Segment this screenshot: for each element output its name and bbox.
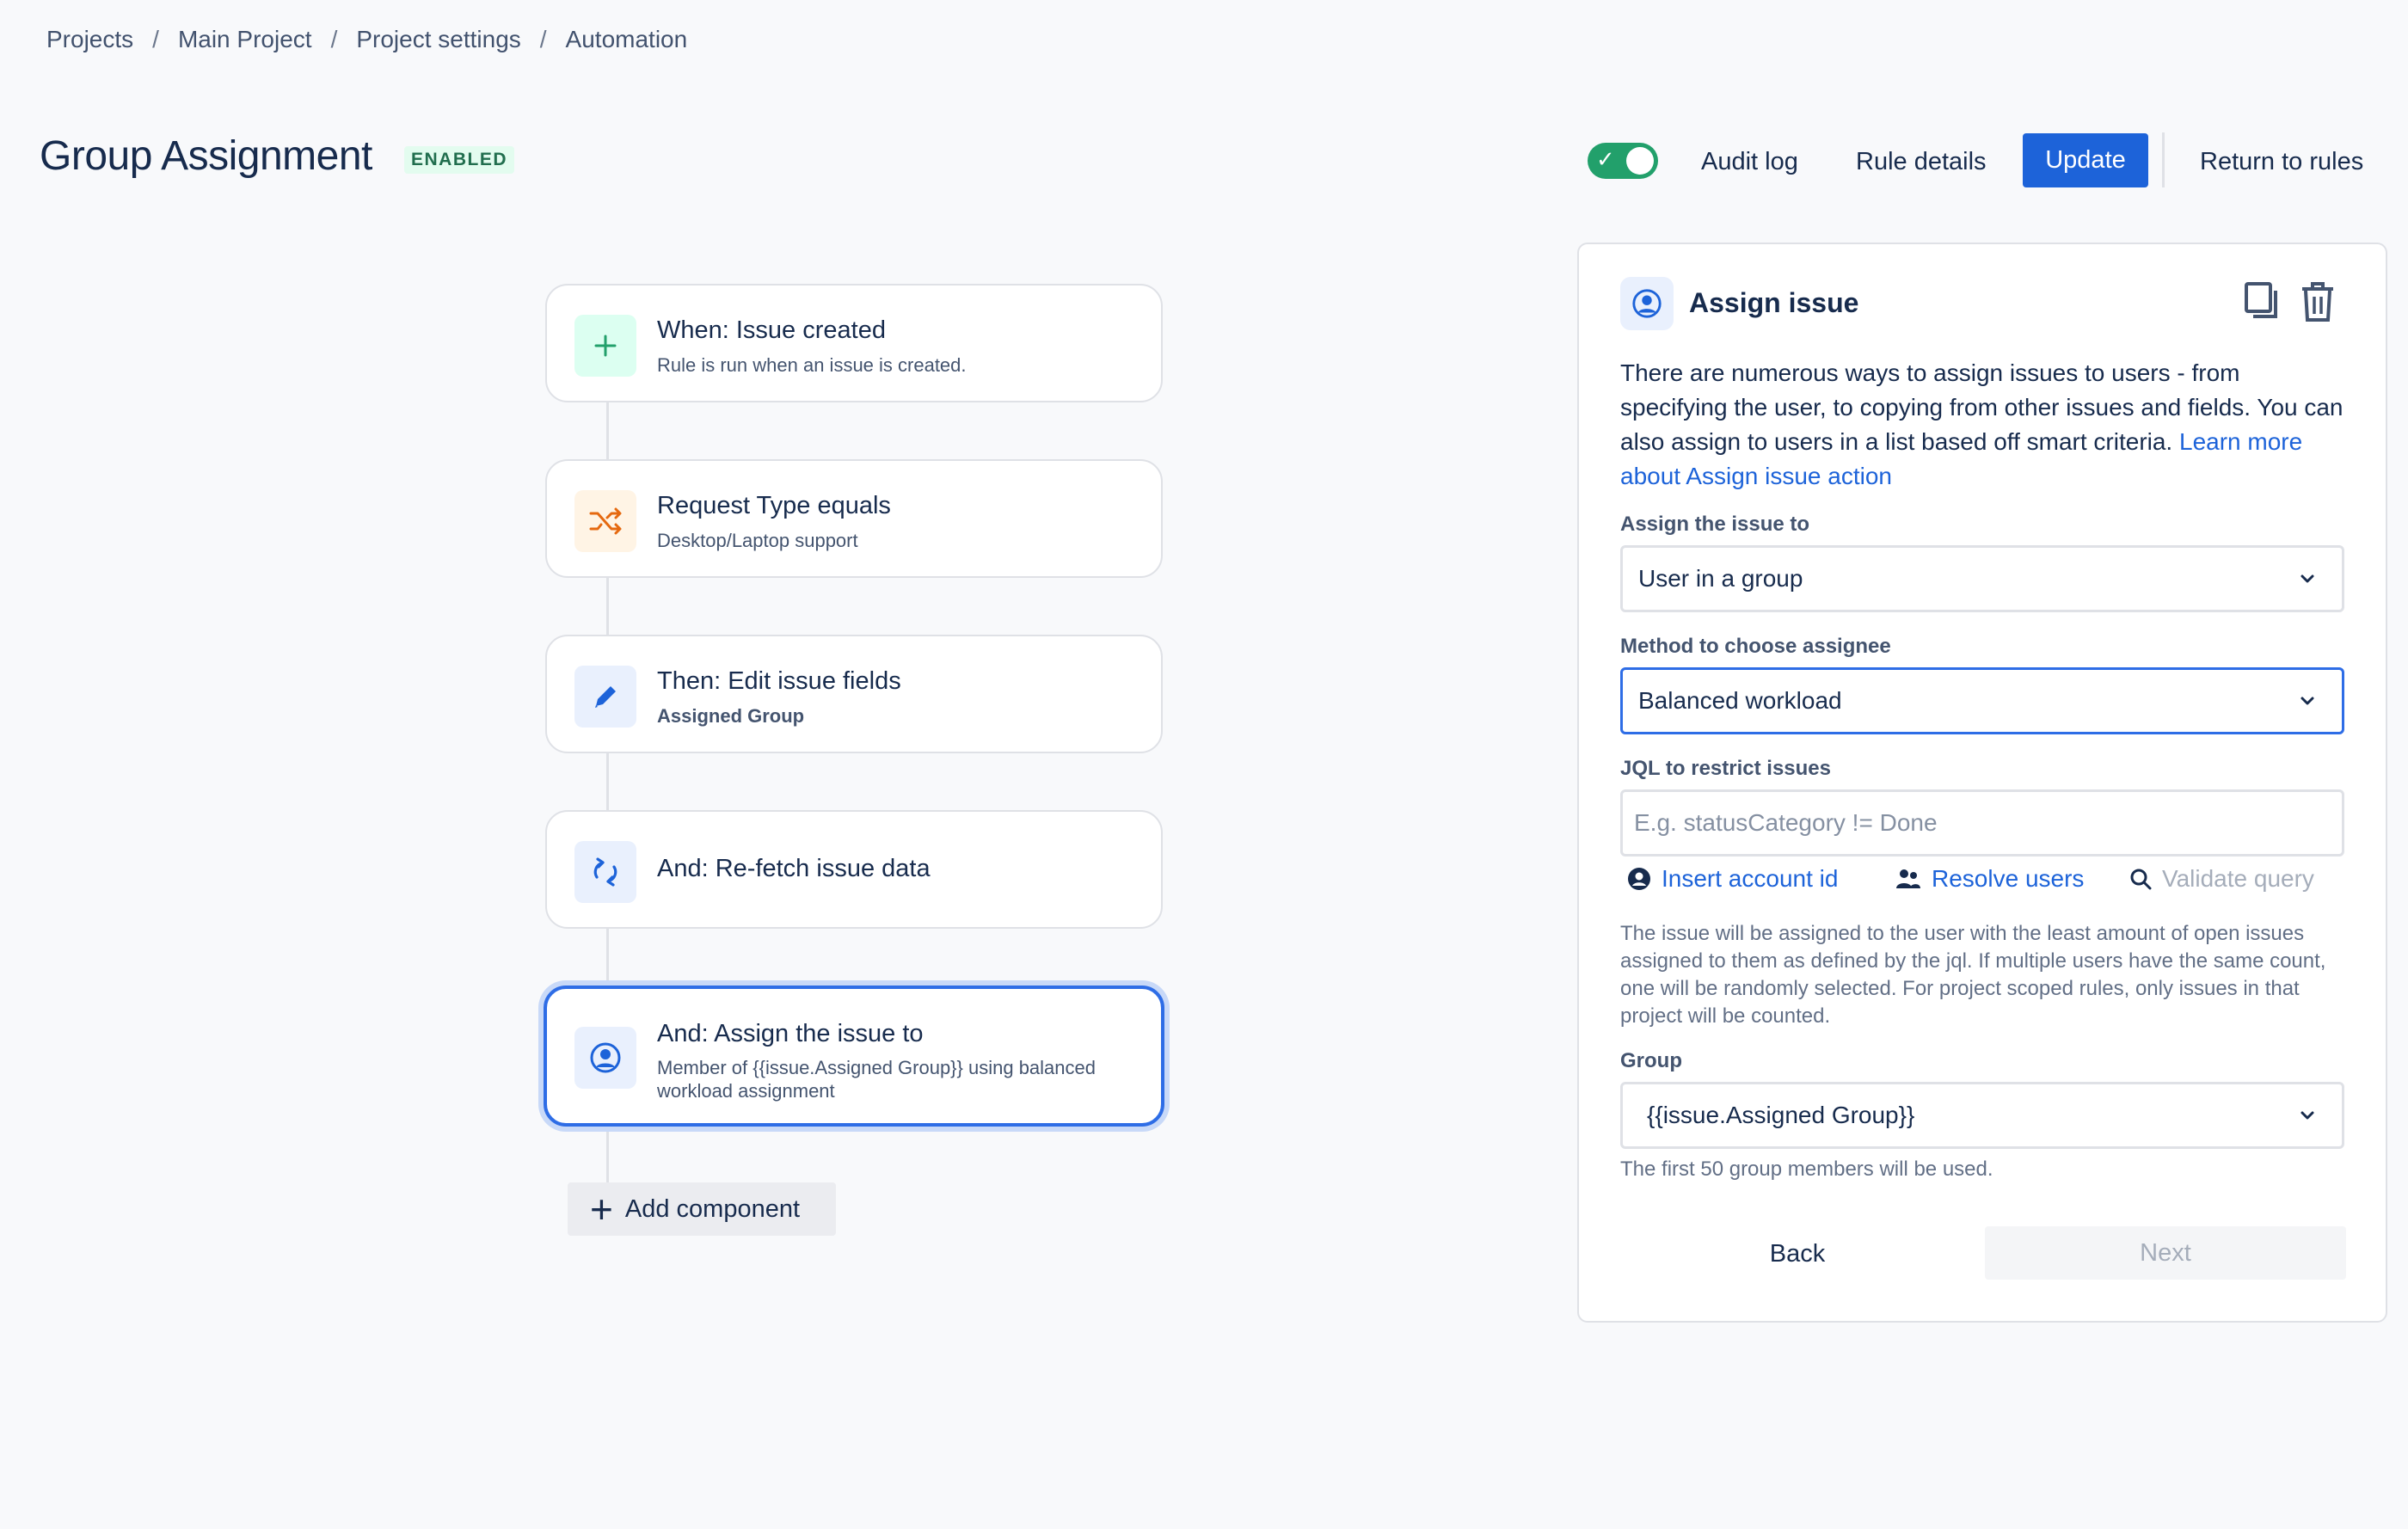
step-title: Request Type equals (657, 492, 891, 519)
group-label: Group (1620, 1049, 1682, 1072)
flow-step-condition[interactable]: Request Type equals Desktop/Laptop suppo… (545, 459, 1163, 578)
add-component-label: Add component (624, 1194, 801, 1223)
method-value: Balanced workload (1638, 687, 1842, 714)
insert-account-id-button[interactable]: Insert account id (1627, 865, 1838, 893)
group-value: {{issue.Assigned Group}} (1647, 1102, 1915, 1128)
pencil-icon (574, 666, 636, 728)
panel-title: Assign issue (1689, 287, 1859, 318)
add-component-button[interactable]: + Add component (568, 1182, 836, 1236)
flow-step-refetch[interactable]: And: Re-fetch issue data (545, 810, 1163, 929)
plus-icon: + (590, 1187, 613, 1231)
assign-to-value: User in a group (1638, 565, 1803, 592)
step-subtitle: Member of {{issue.Assigned Group}} using… (657, 1057, 1096, 1102)
toggle-knob (1626, 147, 1654, 175)
step-title: And: Re-fetch issue data (657, 855, 931, 882)
breadcrumb-separator: / (152, 26, 159, 52)
group-helper-text: The first 50 group members will be used. (1620, 1157, 1993, 1181)
user-circle-icon (1620, 277, 1674, 330)
component-config-panel: Assign issue There are numerous ways to … (1577, 243, 2387, 1323)
chevron-down-icon (2295, 567, 2319, 595)
jql-input[interactable] (1620, 789, 2344, 857)
back-button[interactable]: Back (1699, 1227, 1895, 1280)
flow-connector (606, 929, 609, 987)
update-button[interactable]: Update (2023, 133, 2148, 187)
flow-connector (606, 1127, 609, 1185)
checkmark-icon: ✓ (1596, 146, 1615, 172)
duplicate-icon[interactable] (2243, 280, 2281, 326)
page-title: Group Assignment (40, 133, 372, 179)
flow-step-edit-fields[interactable]: Then: Edit issue fields Assigned Group (545, 635, 1163, 753)
method-helper-text: The issue will be assigned to the user w… (1620, 922, 2326, 1028)
step-title: Then: Edit issue fields (657, 667, 901, 695)
next-button[interactable]: Next (1985, 1226, 2346, 1280)
refresh-icon (574, 841, 636, 903)
flow-connector (606, 402, 609, 461)
resolve-users-button[interactable]: Resolve users (1895, 865, 2084, 893)
panel-description: There are numerous ways to assign issues… (1620, 356, 2351, 494)
breadcrumb-separator: / (330, 26, 338, 52)
breadcrumb-separator: / (539, 26, 547, 52)
assign-to-label: Assign the issue to (1620, 513, 1810, 536)
status-badge: ENABLED (404, 146, 515, 174)
step-subtitle: Desktop/Laptop support (657, 530, 858, 551)
validate-query-button[interactable]: Validate query (2129, 865, 2314, 893)
shuffle-icon (574, 490, 636, 552)
breadcrumb-automation[interactable]: Automation (566, 26, 688, 53)
step-subtitle: Assigned Group (657, 705, 805, 727)
chevron-down-icon (2295, 689, 2319, 717)
step-title: When: Issue created (657, 316, 886, 344)
group-select[interactable]: {{issue.Assigned Group}} (1620, 1082, 2344, 1149)
rule-enabled-toggle[interactable]: ✓ (1588, 143, 1658, 179)
rule-details-button[interactable]: Rule details (1842, 136, 2000, 187)
jql-label: JQL to restrict issues (1620, 757, 1831, 780)
assign-to-select[interactable]: User in a group (1620, 545, 2344, 612)
breadcrumb-project-settings[interactable]: Project settings (356, 26, 520, 53)
trash-icon[interactable] (2300, 280, 2336, 328)
breadcrumb-main-project[interactable]: Main Project (178, 26, 312, 53)
step-subtitle: Rule is run when an issue is created. (657, 354, 967, 376)
method-label: Method to choose assignee (1620, 635, 1891, 658)
flow-step-trigger[interactable]: When: Issue created Rule is run when an … (545, 284, 1163, 402)
header-divider (2162, 132, 2165, 187)
plus-icon (574, 315, 636, 377)
audit-log-button[interactable]: Audit log (1687, 136, 1812, 187)
search-icon (2130, 869, 2152, 890)
flow-connector (606, 578, 609, 636)
return-to-rules-button[interactable]: Return to rules (2186, 136, 2377, 187)
method-select[interactable]: Balanced workload (1620, 667, 2344, 734)
breadcrumb-projects[interactable]: Projects (46, 26, 133, 53)
user-circle-icon (1628, 868, 1650, 890)
validate-query-label: Validate query (2162, 865, 2314, 892)
flow-step-assign-issue[interactable]: And: Assign the issue to Member of {{iss… (544, 986, 1164, 1127)
user-circle-icon (574, 1027, 636, 1089)
flow-connector (606, 753, 609, 812)
step-title: And: Assign the issue to (657, 1020, 924, 1047)
chevron-down-icon (2295, 1103, 2319, 1132)
users-icon (1896, 869, 1920, 888)
insert-account-id-label: Insert account id (1662, 865, 1839, 892)
resolve-users-label: Resolve users (1932, 865, 2085, 892)
breadcrumb: Projects / Main Project / Project settin… (46, 26, 687, 53)
